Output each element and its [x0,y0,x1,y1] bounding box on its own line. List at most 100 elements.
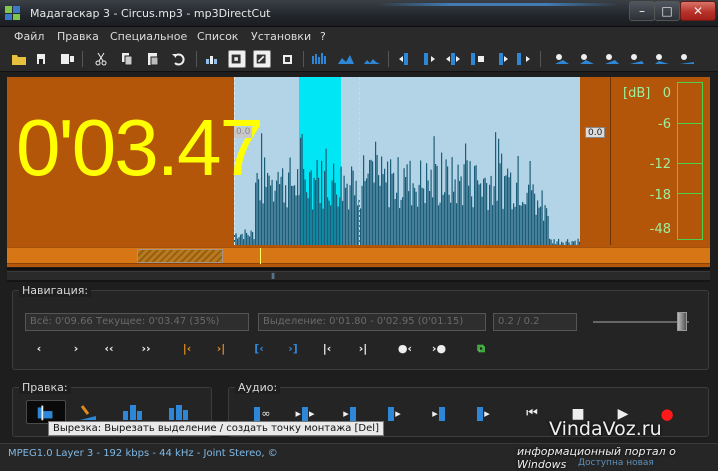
overview-bar[interactable] [7,247,710,264]
cue-marker-icon [349,407,356,421]
close-button[interactable]: ✕ [680,1,716,21]
toolbar-separator [82,51,83,67]
play-cursor-line[interactable] [359,77,360,245]
loop-icon: ∞ [261,407,271,420]
right-level-label: 0.0 [585,127,606,138]
watermark-title: VindaVoz.ru [549,418,662,440]
tooltip: Вырезка: Вырезать выделение / создать то… [48,421,384,436]
menu-special[interactable]: Специальное [110,30,187,43]
audio-title: Аудио: [235,381,281,394]
goto-next-cue-button[interactable]: ›] [281,341,305,357]
level-meter [677,82,703,240]
marker-back-button[interactable]: ●‹ [393,341,417,357]
cue-move-icon[interactable] [492,50,510,68]
fade-out-icon[interactable] [553,50,571,68]
marker-forward-button[interactable]: ›● [427,341,451,357]
volume-slider-knob[interactable] [677,312,687,331]
goto-selection-start-button[interactable]: |‹ [175,341,199,357]
wave-view-2-icon[interactable] [337,50,355,68]
cue-marker-icon [477,407,484,421]
fade-icon[interactable] [253,50,271,68]
waveform-bars [234,132,580,245]
toolbar-separator [303,51,304,67]
step-forward-button[interactable]: › [64,341,88,357]
title-accent [378,3,618,6]
scrollbar-thumb[interactable]: ⦀ [7,271,710,281]
cue-remove-icon[interactable] [468,50,486,68]
overview-cursor [260,248,261,264]
window-title: Мадагаскар 3 - Circus.mp3 - mp3DirectCut [30,7,271,20]
horizontal-scrollbar[interactable]: ⦀ [7,268,710,282]
goto-end-button[interactable]: ›| [351,341,375,357]
waveform-graph [234,132,580,245]
db-tick: 0 [662,86,671,101]
overview-selection[interactable] [137,249,223,263]
menu-settings[interactable]: Установки [251,30,311,43]
cue-marker-icon [388,407,395,421]
waveform-area[interactable]: 0'03.47 0.0 0.0 [dB] 0 -6 -12 -18 -48 [7,77,710,267]
paste-icon[interactable] [144,50,162,68]
minimize-button[interactable]: – [629,1,655,21]
position-readout: Всё: 0'09.66 Текущее: 0'03.47 (35%) [25,313,249,331]
open-folder-icon[interactable] [10,50,28,68]
normalize-icon[interactable] [228,50,246,68]
volume-change-icon[interactable] [203,50,221,68]
goto-prev-cue-button[interactable]: [‹ [247,341,271,357]
menu-list[interactable]: Список [197,30,238,43]
navigation-title: Навигация: [19,284,92,297]
navigation-panel: Навигация: Всё: 0'09.66 Текущее: 0'03.47… [12,284,709,370]
marker-icon[interactable] [653,50,671,68]
menu-file[interactable]: Файл [14,30,44,43]
undo-icon[interactable] [170,50,188,68]
toolbar-separator [388,51,389,67]
jump-forward-button[interactable]: ›› [134,341,158,357]
cut-icon[interactable] [92,50,110,68]
skip-to-start-icon[interactable]: ⏮ [522,405,542,423]
wave-view-1-icon[interactable] [311,50,329,68]
save-icon[interactable] [34,50,52,68]
split-marker-button[interactable]: ⧉ [469,341,493,357]
cue-set-icon[interactable] [444,50,462,68]
watermark-subtitle: информационный портал о Windows [517,445,676,471]
wave-view-3-icon[interactable] [363,50,381,68]
goto-start-button[interactable]: |‹ [315,341,339,357]
fade-in-icon[interactable] [514,50,532,68]
app-icon [5,6,20,20]
record-cue-icon[interactable] [628,50,646,68]
toolbar-separator [196,51,197,67]
title-bar: Мадагаскар 3 - Circus.mp3 - mp3DirectCut… [0,0,718,27]
mute-icon[interactable] [279,50,297,68]
jump-back-button[interactable]: ‹‹ [97,341,121,357]
time-display: 0'03.47 [16,103,264,192]
cue-marker-icon [302,407,308,421]
toolbar [0,46,718,72]
menu-edit[interactable]: Правка [57,30,99,43]
edit-title: Правка: [19,381,71,394]
play-selection-button[interactable]: ▸ [471,405,495,423]
volume-slider[interactable] [593,321,689,323]
scrollbar-grip-icon: ⦀ [271,272,275,281]
goto-cue-next-icon[interactable] [420,50,438,68]
goto-selection-end-button[interactable]: ›| [209,341,233,357]
step-back-button[interactable]: ‹ [27,341,51,357]
crossfade-icon[interactable] [578,50,596,68]
toolbar-separator [540,51,541,67]
status-format: MPEG1.0 Layer 3 - 192 kbps - 44 kHz - Jo… [8,448,278,459]
split-icon[interactable] [603,50,621,68]
cue-marker-icon [438,407,445,421]
marker-2-icon[interactable] [678,50,696,68]
play-from-cursor-button[interactable]: ▸ [382,405,406,423]
copy-icon[interactable] [118,50,136,68]
goto-cue-prev-icon[interactable] [396,50,414,68]
left-level-label: 0.0 [234,127,253,138]
maximize-button[interactable]: □ [654,1,680,21]
save-selection-icon[interactable] [58,50,76,68]
ratio-readout: 0.2 / 0.2 [493,313,577,331]
play-to-end-button[interactable]: ▸ [427,405,451,423]
db-tick: -12 [649,157,671,172]
db-meter-panel: [dB] 0 -6 -12 -18 -48 [610,77,710,245]
menu-bar: Файл Правка Специальное Список Установки… [0,27,718,46]
menu-help[interactable]: ? [320,30,326,43]
db-tick: -48 [649,222,671,237]
cue-marker-icon [254,407,261,421]
